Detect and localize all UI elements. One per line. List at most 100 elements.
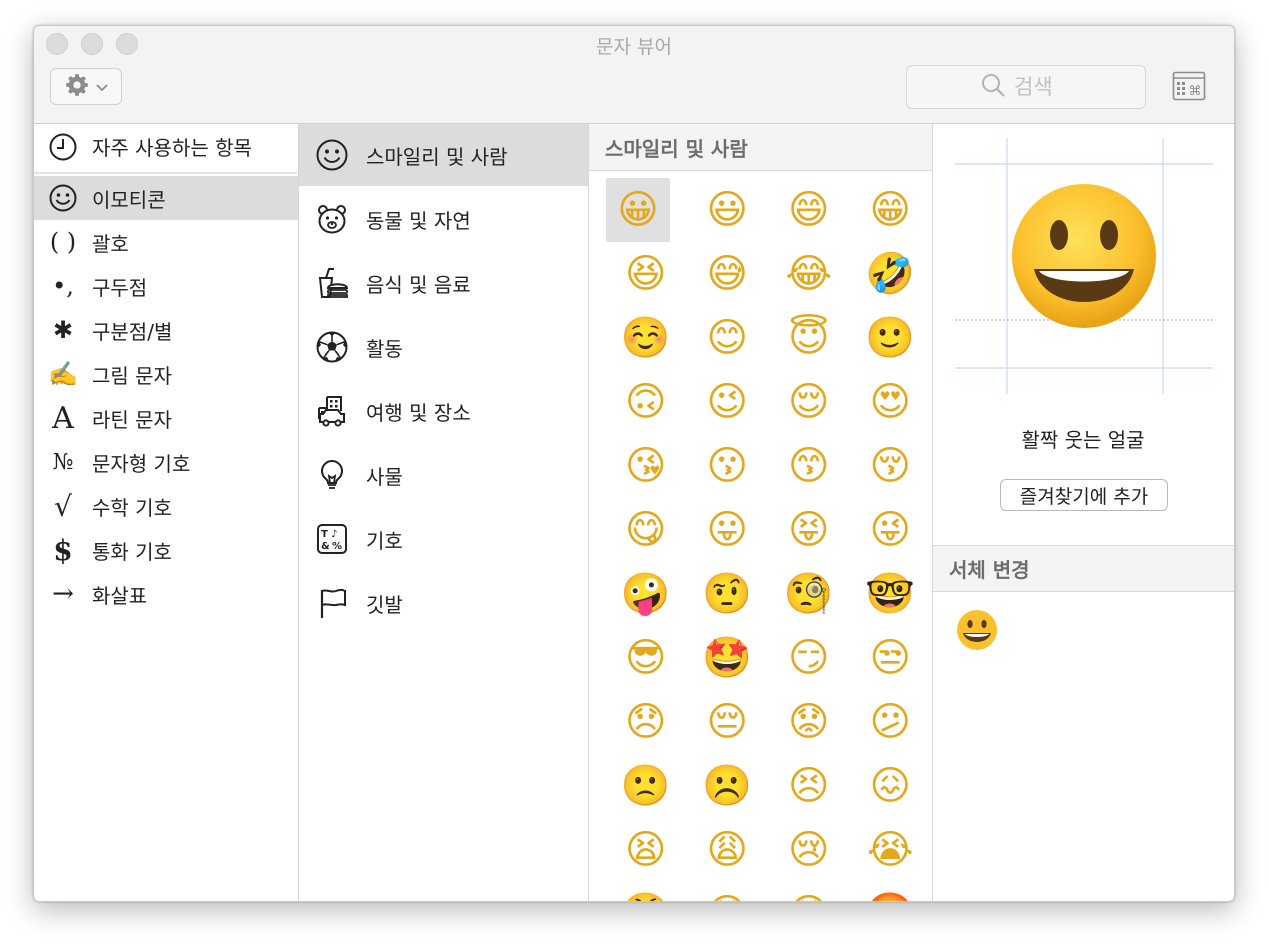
search-field[interactable] [906, 65, 1146, 109]
emoji-cell[interactable]: 😫 [605, 818, 687, 882]
category-symbols[interactable]: T ♪ &% 기호 [299, 508, 588, 570]
emoji-cell[interactable]: 😜 [850, 498, 932, 562]
emoji-glyph: 😭 [866, 827, 914, 873]
category-flags[interactable]: 깃발 [299, 572, 588, 634]
sidebar-item-punctuation[interactable]: •, 구두점 [34, 264, 298, 308]
emoji-glyph: 😟 [787, 699, 830, 745]
emoji-cell[interactable]: 🤬 [850, 882, 932, 901]
category-food-drink[interactable]: 음식 및 음료 [299, 252, 588, 314]
emoji-cell[interactable]: 😁 [850, 178, 932, 242]
emoji-cell[interactable]: 😀 [606, 178, 670, 242]
emoji-cell[interactable]: 😗 [687, 434, 769, 498]
emoji-cell[interactable]: 🤩 [687, 626, 769, 690]
search-input[interactable] [1014, 75, 1072, 99]
emoji-cell[interactable]: 😣 [768, 754, 850, 818]
search-icon [980, 72, 1006, 102]
emoji-cell[interactable]: 🙂 [850, 306, 932, 370]
emoji-cell[interactable]: 🙃 [605, 370, 687, 434]
emoji-cell[interactable]: 😘 [605, 434, 687, 498]
sidebar-item-math[interactable]: √ 수학 기호 [34, 484, 298, 528]
parentheses-icon: ( ) [49, 228, 77, 256]
emoji-cell[interactable]: 😡 [768, 882, 850, 901]
emoji-cell[interactable]: ☺️ [605, 306, 687, 370]
emoji-cell[interactable]: 😞 [605, 690, 687, 754]
emoji-glyph: 😔 [706, 699, 749, 745]
sidebar-item-currency[interactable]: $ 통화 기호 [34, 528, 298, 572]
emoji-cell[interactable]: 😂 [768, 242, 850, 306]
emoji-cell[interactable]: 🙁 [605, 754, 687, 818]
emoji-cell[interactable]: 🤣 [850, 242, 932, 306]
dollar-icon: $ [53, 533, 73, 567]
keyboard-viewer-button[interactable]: ⌘ [1172, 71, 1208, 103]
emoji-cell[interactable]: 😄 [768, 178, 850, 242]
title-bar: 문자 뷰어 검색 ⌘ [34, 26, 1234, 124]
sidebar-item-latin[interactable]: A 라틴 문자 [34, 396, 298, 440]
svg-text:T: T [321, 529, 328, 540]
sidebar-item-frequently-used[interactable]: 자주 사용하는 항목 [34, 124, 299, 169]
emoji-cell[interactable]: 😕 [850, 690, 932, 754]
sidebar-item-pictographs[interactable]: ✍ 그림 문자 [34, 352, 298, 396]
emoji-glyph: 😋 [624, 507, 667, 553]
emoji-cell[interactable]: 😖 [850, 754, 932, 818]
emoji-glyph: 😘 [624, 443, 667, 489]
asterisk-icon: ✱ [52, 316, 74, 344]
sidebar-item-label: 이모티콘 [92, 187, 166, 212]
sidebar-item-bullets-stars[interactable]: ✱ 구분점/별 [34, 308, 298, 352]
svg-text:%: % [332, 541, 342, 552]
emoji-cell[interactable]: 😔 [687, 690, 769, 754]
sidebar-item-emoji[interactable]: 이모티콘 [34, 176, 298, 220]
sidebar-item-arrows[interactable]: → 화살표 [34, 572, 298, 616]
emoji-cell[interactable]: 😉 [687, 370, 769, 434]
emoji-cell[interactable]: 😭 [850, 818, 932, 882]
emoji-cell[interactable]: ☹️ [687, 754, 769, 818]
emoji-cell[interactable]: 😌 [768, 370, 850, 434]
emoji-cell[interactable]: 😒 [850, 626, 932, 690]
emoji-glyph: 😌 [787, 379, 830, 425]
emoji-cell[interactable]: 😍 [850, 370, 932, 434]
emoji-cell[interactable]: 🧐 [768, 562, 850, 626]
character-viewer-window: 문자 뷰어 검색 ⌘ 자주 사용하는 항목 이모티콘 () 괄호 •, 구두점… [33, 25, 1235, 902]
category-smileys-people[interactable]: 스마일리 및 사람 [299, 124, 588, 186]
sidebar-item-letterlike[interactable]: № 문자형 기호 [34, 440, 298, 484]
emoji-glyph: 😒 [869, 635, 912, 681]
emoji-cell[interactable]: 😤 [605, 882, 687, 901]
emoji-glyph: 🤩 [702, 635, 753, 681]
emoji-glyph: 😏 [787, 635, 830, 681]
emoji-cell[interactable]: 😠 [687, 882, 769, 901]
action-menu-button[interactable] [50, 68, 122, 105]
category-activity[interactable]: 활동 [299, 316, 588, 378]
emoji-cell[interactable]: 😃 [687, 178, 769, 242]
svg-text:♪: ♪ [331, 529, 337, 540]
emoji-cell[interactable]: 😊 [687, 306, 769, 370]
emoji-cell[interactable]: 😅 [687, 242, 769, 306]
add-to-favorites-button[interactable]: 즐겨찾기에 추가 [1000, 479, 1168, 511]
emoji-glyph: 😁 [869, 187, 912, 233]
sidebar: 자주 사용하는 항목 이모티콘 ( ) 괄호 •, 구두점 ✱ 구분점/별 ✍ … [34, 124, 299, 901]
category-travel-places[interactable]: 여행 및 장소 [299, 380, 588, 442]
emoji-cell[interactable]: 😟 [768, 690, 850, 754]
category-animals-nature[interactable]: 동물 및 자연 [299, 188, 588, 250]
emoji-cell[interactable]: 😢 [768, 818, 850, 882]
category-objects[interactable]: 사물 [299, 444, 588, 506]
emoji-cell[interactable]: 🤪 [605, 562, 687, 626]
chevron-down-icon [96, 77, 108, 96]
sidebar-item-label: 그림 문자 [92, 363, 172, 388]
emoji-cell[interactable]: 😏 [768, 626, 850, 690]
emoji-glyph: 😊 [706, 315, 749, 361]
emoji-glyph: 🧐 [783, 571, 834, 617]
smiley-icon [48, 183, 78, 213]
emoji-cell[interactable]: 😇 [768, 306, 850, 370]
emoji-cell[interactable]: 😙 [768, 434, 850, 498]
sidebar-item-label: 구분점/별 [92, 319, 173, 344]
font-variant-grinning-face[interactable] [955, 608, 999, 652]
sidebar-item-parentheses[interactable]: ( ) 괄호 [34, 220, 298, 264]
emoji-cell[interactable]: 😝 [768, 498, 850, 562]
emoji-cell[interactable]: 😚 [850, 434, 932, 498]
emoji-cell[interactable]: 😎 [605, 626, 687, 690]
emoji-cell[interactable]: 😩 [687, 818, 769, 882]
emoji-cell[interactable]: 🤓 [850, 562, 932, 626]
emoji-cell[interactable]: 😋 [605, 498, 687, 562]
emoji-cell[interactable]: 😛 [687, 498, 769, 562]
emoji-cell[interactable]: 😆 [605, 242, 687, 306]
emoji-cell[interactable]: 🤨 [687, 562, 769, 626]
